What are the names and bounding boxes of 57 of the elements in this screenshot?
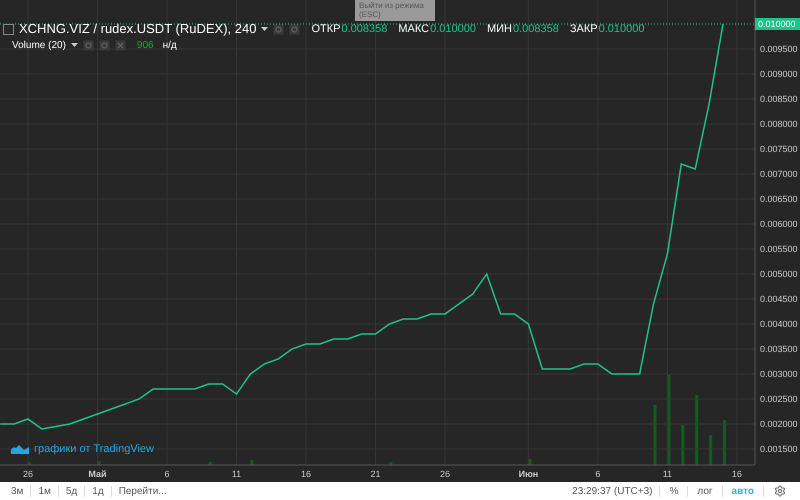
scale-toggle[interactable]: лог bbox=[688, 484, 722, 498]
goto-button[interactable]: Перейти... bbox=[112, 484, 174, 498]
volume-value-na: н/д bbox=[162, 38, 177, 52]
y-axis-label: 0.006500 bbox=[760, 194, 798, 204]
y-axis-label: 0.005500 bbox=[760, 244, 798, 254]
checkbox-icon[interactable] bbox=[3, 24, 14, 34]
close-icon[interactable] bbox=[114, 40, 126, 50]
y-axis-label: 0.002000 bbox=[760, 419, 798, 429]
scale-toggle[interactable]: % bbox=[660, 484, 688, 498]
clock-text: 23:29:37 (UTC+3) bbox=[571, 484, 654, 498]
ohlc-label: ОТКР bbox=[311, 22, 340, 37]
caret-icon[interactable] bbox=[70, 43, 78, 47]
x-axis-label: 11 bbox=[662, 469, 672, 479]
exit-tooltip: Выйти из режима (ESC) bbox=[355, 0, 435, 21]
ohlc-label: МИН bbox=[486, 22, 512, 37]
y-axis-label: 0.003500 bbox=[760, 344, 798, 354]
x-axis-label: 16 bbox=[301, 469, 311, 479]
last-price-label: 0.010000 bbox=[755, 18, 800, 30]
ohlc-label: ЗАКР bbox=[570, 22, 598, 37]
logo-icon bbox=[10, 443, 30, 456]
attribution-link[interactable]: графики от TradingView bbox=[34, 441, 154, 458]
settings-icon[interactable] bbox=[774, 485, 786, 497]
y-axis-label: 0.003000 bbox=[760, 369, 798, 379]
y-axis-label: 0.004500 bbox=[760, 294, 798, 304]
y-axis-label: 0.006000 bbox=[760, 219, 798, 229]
volume-value: 906 bbox=[136, 38, 154, 52]
x-axis-label: 21 bbox=[370, 469, 380, 479]
y-axis-label: 0.008000 bbox=[760, 119, 798, 129]
volume-title: Volume (20) bbox=[12, 38, 66, 52]
y-axis-label: 0.007000 bbox=[760, 169, 798, 179]
x-axis-label: 26 bbox=[440, 469, 450, 479]
y-axis-label: 0.002500 bbox=[760, 394, 798, 404]
range-button[interactable]: 1д bbox=[85, 484, 111, 498]
range-button[interactable]: 1м bbox=[31, 484, 58, 498]
y-axis-label: 0.009500 bbox=[760, 44, 798, 54]
x-axis-label: 6 bbox=[164, 469, 170, 479]
ohlc-value: 0.008358 bbox=[513, 22, 559, 37]
x-axis-label: Май bbox=[88, 469, 107, 479]
x-axis-label: 11 bbox=[232, 469, 242, 479]
ohlc-value: 0.008358 bbox=[341, 22, 388, 37]
ohlc-value: 0.010000 bbox=[430, 22, 476, 37]
symbol-title: XCHNG.VIZ / rudex.USDT (RuDEX), 240 bbox=[19, 20, 256, 38]
y-axis-label: 0.009000 bbox=[760, 69, 798, 79]
y-axis-label: 0.001500 bbox=[760, 444, 798, 454]
ohlc-label: МАКС bbox=[398, 22, 430, 37]
x-axis-label: 16 bbox=[732, 469, 742, 479]
range-button[interactable]: 3м bbox=[4, 484, 30, 498]
y-axis-label: 0.007500 bbox=[760, 144, 798, 154]
range-button[interactable]: 5д bbox=[58, 484, 84, 498]
x-axis-label: 26 bbox=[23, 469, 33, 479]
x-axis-label: 6 bbox=[595, 469, 600, 479]
caret-icon[interactable] bbox=[261, 27, 268, 31]
x-axis-label: Июн bbox=[518, 469, 538, 479]
ohlc-value: 0.010000 bbox=[598, 22, 645, 37]
y-axis-label: 0.008500 bbox=[760, 94, 798, 104]
y-axis-label: 0.005000 bbox=[760, 269, 798, 279]
y-axis-label: 0.004000 bbox=[760, 319, 798, 329]
